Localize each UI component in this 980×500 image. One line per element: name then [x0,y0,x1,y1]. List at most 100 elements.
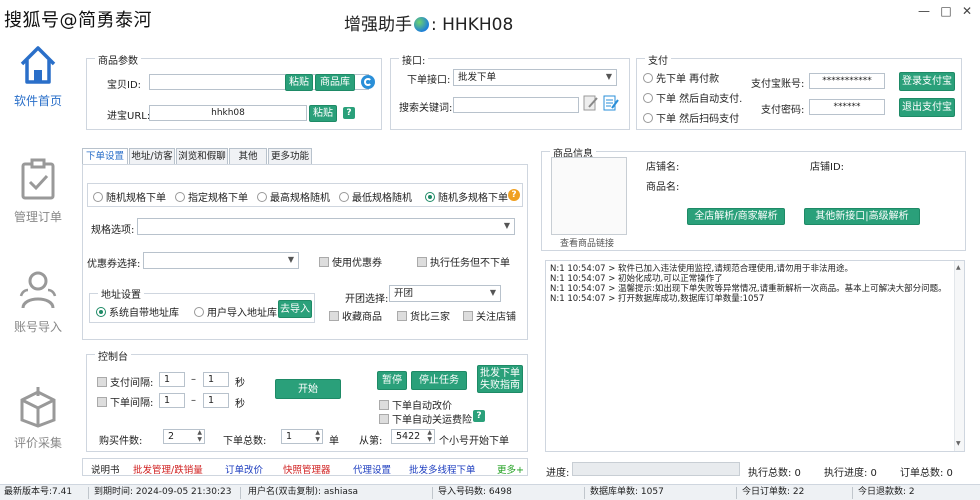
tab-more-features[interactable]: 更多功能 [268,148,312,164]
order-api-select[interactable]: 批发下单 ▼ [453,69,617,86]
link-wholesale-manage[interactable]: 批发管理/跌销量 [133,462,203,476]
mode-random-multi-spec[interactable]: 随机多规格下单 [425,189,508,204]
scroll-down-icon[interactable]: ▼ [956,439,961,449]
alipay-account-input[interactable]: *********** [809,73,885,89]
logout-alipay-button[interactable]: 退出支付宝 [899,98,955,117]
wholesale-guide-button[interactable]: 批发下单 失败指南 [477,365,523,393]
mode-help-icon[interactable]: ? [508,189,520,201]
edit-list-icon[interactable] [603,94,619,112]
minimize-icon[interactable]: — [914,4,934,18]
start-button[interactable]: 开始 [275,379,341,399]
sidebar-item-orders-label: 管理订单 [13,210,62,224]
product-params-panel: 商品参数 宝贝ID: 粘贴 商品库 进宝URL: hhkh08 粘贴 ? [86,52,382,130]
follow-shop-checkbox[interactable]: 关注店铺 [463,308,516,323]
maximize-icon[interactable]: □ [936,4,956,18]
scroll-up-icon[interactable]: ▲ [956,263,961,273]
order-interval-to[interactable]: 1 [203,393,229,408]
stepper-arrows-icon[interactable]: ▲ ▼ [315,429,320,443]
link-proxy-settings[interactable]: 代理设置 [353,462,391,476]
pause-button[interactable]: 暂停 [377,371,407,390]
pay-option-scan[interactable]: 下单 然后扫码支付 [643,110,739,125]
progress-label: 进度: [546,468,570,479]
insure-help-icon[interactable]: ? [473,410,485,422]
favorite-label: 收藏商品 [342,312,382,323]
refresh-icon[interactable] [361,75,375,89]
edit-note-icon[interactable] [583,94,599,112]
stepper-arrows-icon[interactable]: ▲ ▼ [197,429,202,443]
sidebar-item-accounts[interactable]: 账号导入 [0,268,76,335]
total-stepper[interactable]: 1 ▲ ▼ [281,429,323,444]
checkbox-icon [97,397,107,407]
pay-interval-checkbox[interactable]: 支付间隔: [97,374,153,389]
mode-lowest-spec[interactable]: 最低规格随机 [339,189,412,204]
url-help-icon[interactable]: ? [343,107,355,119]
stop-task-button[interactable]: 停止任务 [411,371,467,390]
tab-other[interactable]: 其他 [229,148,267,164]
link-more[interactable]: 更多+ [497,462,524,476]
log-line: N:1 10:54:07 > 软件已加入违法使用监控,请规范合理使用,请勿用于非… [550,264,853,274]
bottom-links-bar: 说明书 批发管理/跌销量 订单改价 快照管理器 代理设置 批发多线程下单 更多+ [82,458,528,476]
tab-order-settings[interactable]: 下单设置 [82,148,128,164]
group-select[interactable]: 开团 ▼ [389,285,501,302]
pay-option-later[interactable]: 先下单 再付款 [643,70,719,85]
tab-browse-chat[interactable]: 浏览和假聊 [176,148,228,164]
order-interval-from[interactable]: 1 [159,393,185,408]
exec-no-order-checkbox[interactable]: 执行任务但不下单 [417,254,510,269]
link-order-price[interactable]: 订单改价 [225,462,263,476]
compare-label: 货比三家 [410,312,450,323]
sidebar-item-home[interactable]: 软件首页 [0,42,76,109]
mode-random-spec[interactable]: 随机规格下单 [93,189,166,204]
group-value: 开团 [394,288,414,299]
sidebar-item-orders[interactable]: 管理订单 [0,158,76,225]
pay-interval-from[interactable]: 1 [159,372,185,387]
sidebar: 软件首页 管理订单 账号导入 评价采集 [0,38,76,484]
auto-insure-checkbox[interactable]: 下单自动关运费险 [379,411,472,426]
address-user[interactable]: 用户导入地址库 [194,304,277,319]
checkbox-icon [463,311,473,321]
chevron-down-icon: ▼ [605,72,612,81]
spec-select[interactable]: ▼ [137,218,515,235]
parse-advanced-button[interactable]: 其他新接口|高级解析 [804,208,920,225]
view-product-link[interactable]: 查看商品链接 [560,236,614,249]
mode-highest-spec[interactable]: 最高规格随机 [257,189,330,204]
coupon-select[interactable]: ▼ [143,252,299,269]
sidebar-item-home-label: 软件首页 [13,94,62,108]
user-status[interactable]: 用户名(双击复制): ashiasa [248,485,358,500]
radio-icon [339,192,349,202]
tab-address-visitor[interactable]: 地址/访客 [129,148,175,164]
from-stepper[interactable]: 5422 ▲ ▼ [391,429,435,444]
product-library-button[interactable]: 商品库 [315,74,355,91]
log-scrollbar[interactable]: ▲ ▼ [954,261,964,451]
coupon-label: 优惠券选择: [87,259,141,270]
url-input[interactable]: hhkh08 [149,105,307,121]
pay-interval-dash: – [191,374,196,385]
favorite-checkbox[interactable]: 收藏商品 [329,308,382,323]
link-multithread-order[interactable]: 批发多线程下单 [409,462,476,476]
link-manual[interactable]: 说明书 [91,462,120,476]
use-coupon-checkbox[interactable]: 使用优惠券 [319,254,382,269]
qty-stepper[interactable]: 2 ▲ ▼ [163,429,205,444]
paste-url-button[interactable]: 粘贴 [309,105,337,122]
pay-interval-to[interactable]: 1 [203,372,229,387]
alipay-password-input[interactable]: ****** [809,99,885,115]
mode-fixed-spec[interactable]: 指定规格下单 [175,189,248,204]
stepper-arrows-icon[interactable]: ▲ ▼ [427,429,432,443]
close-icon[interactable]: ✕ [957,4,977,18]
keyword-input[interactable] [453,97,579,113]
compare-checkbox[interactable]: 货比三家 [397,308,450,323]
console-title: 控制台 [95,348,131,363]
import-address-button[interactable]: 去导入 [278,300,312,318]
login-alipay-button[interactable]: 登录支付宝 [899,72,955,91]
parse-shop-button[interactable]: 全店解析/商家解析 [687,208,785,225]
checkbox-icon [379,414,389,424]
pay-option-auto[interactable]: 下单 然后自动支付. [643,90,742,105]
sidebar-item-reviews[interactable]: 评价采集 [0,384,76,451]
address-system[interactable]: 系统自带地址库 [96,304,179,319]
link-snapshot-manager[interactable]: 快照管理器 [283,462,331,476]
order-interval-checkbox[interactable]: 下单间隔: [97,394,153,409]
paste-item-id-button[interactable]: 粘贴 [285,74,313,91]
app-title: 增强助手: HHKH08 [344,10,513,35]
log-panel[interactable]: N:1 10:54:07 > 软件已加入违法使用监控,请规范合理使用,请勿用于非… [545,260,965,452]
from-label: 从第: [359,436,383,447]
auto-price-checkbox[interactable]: 下单自动改价 [379,397,452,412]
